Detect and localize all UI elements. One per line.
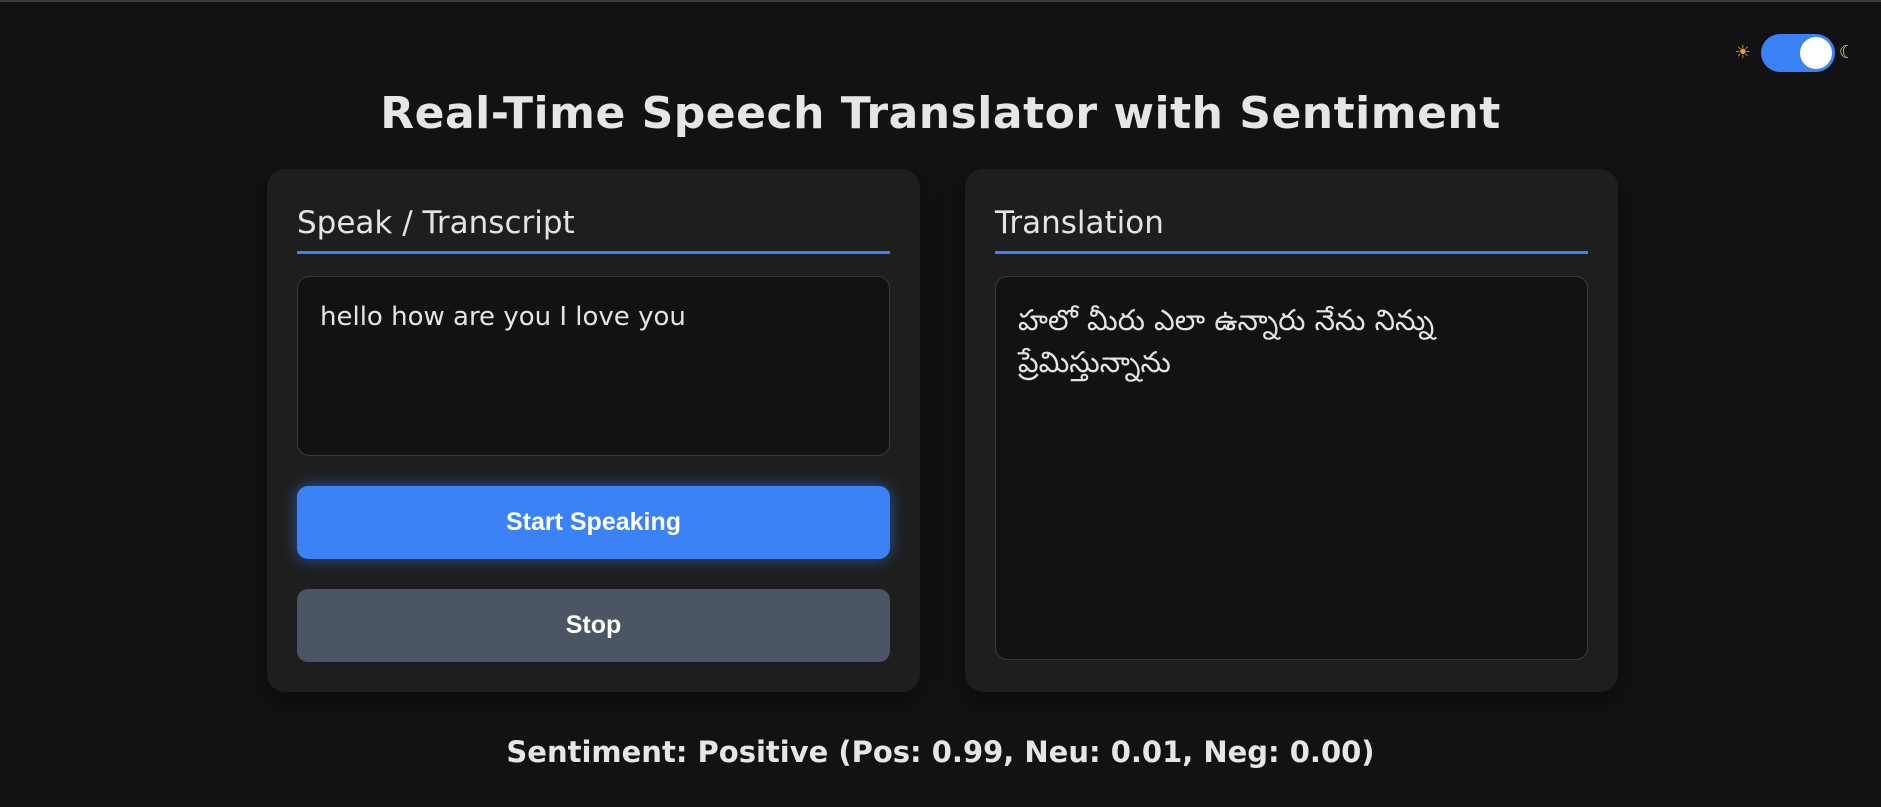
- stop-button[interactable]: Stop: [297, 589, 890, 662]
- sun-icon: ☀: [1734, 42, 1751, 63]
- switch-knob: [1799, 37, 1832, 69]
- page-title: Real-Time Speech Translator with Sentime…: [380, 88, 1501, 139]
- transcript-header: Speak / Transcript: [297, 205, 890, 254]
- translation-textbox[interactable]: హలో మీరు ఎలా ఉన్నారు నేను నిన్ను ప్రేమిస…: [995, 276, 1588, 660]
- theme-toggle: ☀ ☾: [1733, 34, 1855, 72]
- start-speaking-button[interactable]: Start Speaking: [297, 486, 890, 559]
- translation-header: Translation: [995, 205, 1588, 254]
- sentiment-result: Sentiment: Positive (Pos: 0.99, Neu: 0.0…: [506, 735, 1375, 769]
- moon-icon: ☾: [1838, 42, 1855, 63]
- transcript-card: Speak / Transcript hello how are you I l…: [267, 169, 920, 692]
- transcript-textbox[interactable]: hello how are you I love you: [297, 276, 890, 456]
- translation-card: Translation హలో మీరు ఎలా ఉన్నారు నేను ని…: [965, 169, 1618, 692]
- theme-switch[interactable]: [1760, 34, 1835, 72]
